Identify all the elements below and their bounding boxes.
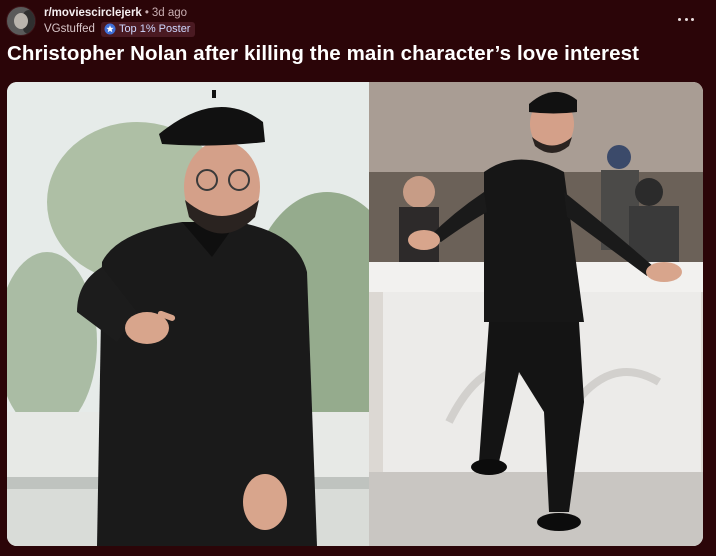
meta-separator: • [144, 6, 149, 19]
post-title[interactable]: Christopher Nolan after killing the main… [7, 42, 639, 66]
post-image-left[interactable] [7, 82, 385, 546]
user-flair: Top 1% Poster [100, 21, 196, 37]
more-horizontal-icon [678, 17, 681, 21]
author-username[interactable]: VGstuffed [44, 22, 95, 36]
photo-right-illustration [369, 82, 703, 546]
subreddit-avatar[interactable] [6, 6, 36, 36]
photo-left-illustration [7, 82, 385, 546]
subreddit-link[interactable]: r/moviescirclejerk [44, 6, 142, 20]
user-flair-label: Top 1% Poster [118, 23, 191, 35]
post-header: r/moviescirclejerk • 3d ago VGstuffed To… [6, 4, 196, 38]
post-meta: r/moviescirclejerk • 3d ago VGstuffed To… [44, 6, 196, 37]
post-image-right[interactable] [369, 82, 703, 546]
post-time: 3d ago [151, 6, 188, 19]
more-options-button[interactable] [678, 12, 694, 26]
trophy-star-icon [104, 23, 116, 35]
post-card: r/moviescirclejerk • 3d ago VGstuffed To… [0, 0, 716, 556]
